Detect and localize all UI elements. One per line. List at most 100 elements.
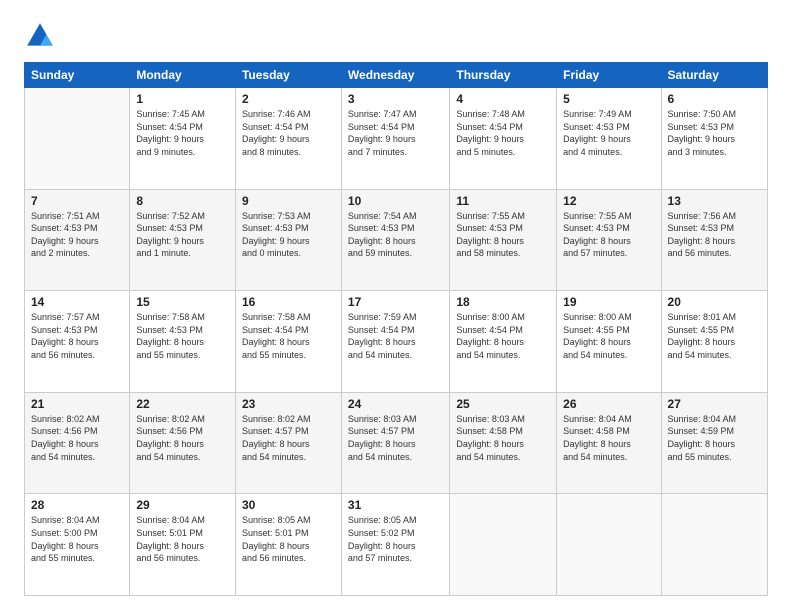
calendar-day-cell (25, 88, 130, 190)
calendar-day-cell (450, 494, 557, 596)
day-info: Sunrise: 8:02 AM Sunset: 4:56 PM Dayligh… (136, 413, 229, 463)
calendar-day-cell: 30 Sunrise: 8:05 AM Sunset: 5:01 PM Dayli… (235, 494, 341, 596)
calendar-day-cell: 24 Sunrise: 8:03 AM Sunset: 4:57 PM Dayli… (341, 392, 449, 494)
day-info: Sunrise: 8:05 AM Sunset: 5:01 PM Dayligh… (242, 514, 335, 564)
day-info: Sunrise: 7:48 AM Sunset: 4:54 PM Dayligh… (456, 108, 550, 158)
calendar-day-cell: 7 Sunrise: 7:51 AM Sunset: 4:53 PM Daylig… (25, 189, 130, 291)
calendar-day-cell: 20 Sunrise: 8:01 AM Sunset: 4:55 PM Dayli… (661, 291, 767, 393)
day-number: 25 (456, 397, 550, 411)
day-number: 9 (242, 194, 335, 208)
day-number: 17 (348, 295, 443, 309)
day-number: 6 (668, 92, 761, 106)
day-info: Sunrise: 7:49 AM Sunset: 4:53 PM Dayligh… (563, 108, 654, 158)
calendar-day-cell: 22 Sunrise: 8:02 AM Sunset: 4:56 PM Dayli… (130, 392, 236, 494)
calendar-table: SundayMondayTuesdayWednesdayThursdayFrid… (24, 62, 768, 596)
day-number: 21 (31, 397, 123, 411)
day-number: 24 (348, 397, 443, 411)
day-number: 3 (348, 92, 443, 106)
day-number: 18 (456, 295, 550, 309)
day-number: 23 (242, 397, 335, 411)
calendar-day-cell: 9 Sunrise: 7:53 AM Sunset: 4:53 PM Daylig… (235, 189, 341, 291)
calendar-day-cell: 19 Sunrise: 8:00 AM Sunset: 4:55 PM Dayli… (557, 291, 661, 393)
day-number: 28 (31, 498, 123, 512)
day-info: Sunrise: 8:01 AM Sunset: 4:55 PM Dayligh… (668, 311, 761, 361)
calendar-day-cell: 5 Sunrise: 7:49 AM Sunset: 4:53 PM Daylig… (557, 88, 661, 190)
day-number: 31 (348, 498, 443, 512)
calendar-day-cell: 2Sunrise: 7:46 AM Sunset: 4:54 PM Daylig… (235, 88, 341, 190)
day-info: Sunrise: 7:52 AM Sunset: 4:53 PM Dayligh… (136, 210, 229, 260)
day-number: 11 (456, 194, 550, 208)
day-number: 13 (668, 194, 761, 208)
day-number: 12 (563, 194, 654, 208)
day-number: 7 (31, 194, 123, 208)
day-number: 8 (136, 194, 229, 208)
day-info: Sunrise: 8:00 AM Sunset: 4:55 PM Dayligh… (563, 311, 654, 361)
calendar-day-cell: 14Sunrise: 7:57 AM Sunset: 4:53 PM Dayli… (25, 291, 130, 393)
day-number: 5 (563, 92, 654, 106)
day-info: Sunrise: 7:58 AM Sunset: 4:54 PM Dayligh… (242, 311, 335, 361)
day-info: Sunrise: 7:50 AM Sunset: 4:53 PM Dayligh… (668, 108, 761, 158)
logo-icon (24, 20, 56, 52)
day-info: Sunrise: 8:04 AM Sunset: 5:00 PM Dayligh… (31, 514, 123, 564)
calendar-day-header: Monday (130, 63, 236, 88)
day-number: 14 (31, 295, 123, 309)
day-number: 19 (563, 295, 654, 309)
calendar-day-cell: 11Sunrise: 7:55 AM Sunset: 4:53 PM Dayli… (450, 189, 557, 291)
calendar-day-header: Wednesday (341, 63, 449, 88)
day-number: 20 (668, 295, 761, 309)
day-info: Sunrise: 7:47 AM Sunset: 4:54 PM Dayligh… (348, 108, 443, 158)
calendar-week-row: 21 Sunrise: 8:02 AM Sunset: 4:56 PM Dayli… (25, 392, 768, 494)
calendar-day-cell: 15 Sunrise: 7:58 AM Sunset: 4:53 PM Dayli… (130, 291, 236, 393)
day-number: 10 (348, 194, 443, 208)
day-info: Sunrise: 8:03 AM Sunset: 4:58 PM Dayligh… (456, 413, 550, 463)
day-info: Sunrise: 7:54 AM Sunset: 4:53 PM Dayligh… (348, 210, 443, 260)
calendar-day-header: Friday (557, 63, 661, 88)
calendar-day-cell: 3 Sunrise: 7:47 AM Sunset: 4:54 PM Daylig… (341, 88, 449, 190)
day-info: Sunrise: 7:59 AM Sunset: 4:54 PM Dayligh… (348, 311, 443, 361)
calendar-day-cell: 17 Sunrise: 7:59 AM Sunset: 4:54 PM Dayli… (341, 291, 449, 393)
day-info: Sunrise: 7:55 AM Sunset: 4:53 PM Dayligh… (563, 210, 654, 260)
calendar-day-cell: 1Sunrise: 7:45 AM Sunset: 4:54 PM Daylig… (130, 88, 236, 190)
calendar-day-header: Saturday (661, 63, 767, 88)
calendar-day-cell: 31Sunrise: 8:05 AM Sunset: 5:02 PM Dayli… (341, 494, 449, 596)
day-number: 15 (136, 295, 229, 309)
day-number: 30 (242, 498, 335, 512)
day-info: Sunrise: 8:04 AM Sunset: 5:01 PM Dayligh… (136, 514, 229, 564)
calendar-day-header: Tuesday (235, 63, 341, 88)
calendar-day-cell: 27Sunrise: 8:04 AM Sunset: 4:59 PM Dayli… (661, 392, 767, 494)
day-number: 29 (136, 498, 229, 512)
calendar-day-cell: 10 Sunrise: 7:54 AM Sunset: 4:53 PM Dayli… (341, 189, 449, 291)
day-info: Sunrise: 8:03 AM Sunset: 4:57 PM Dayligh… (348, 413, 443, 463)
day-number: 26 (563, 397, 654, 411)
calendar-week-row: 14Sunrise: 7:57 AM Sunset: 4:53 PM Dayli… (25, 291, 768, 393)
day-info: Sunrise: 8:02 AM Sunset: 4:57 PM Dayligh… (242, 413, 335, 463)
calendar-day-header: Thursday (450, 63, 557, 88)
calendar-day-cell: 28 Sunrise: 8:04 AM Sunset: 5:00 PM Dayli… (25, 494, 130, 596)
calendar-day-cell: 4 Sunrise: 7:48 AM Sunset: 4:54 PM Daylig… (450, 88, 557, 190)
calendar-day-header: Sunday (25, 63, 130, 88)
day-info: Sunrise: 7:58 AM Sunset: 4:53 PM Dayligh… (136, 311, 229, 361)
day-info: Sunrise: 8:04 AM Sunset: 4:59 PM Dayligh… (668, 413, 761, 463)
calendar-day-cell (661, 494, 767, 596)
day-number: 1 (136, 92, 229, 106)
calendar-header-row: SundayMondayTuesdayWednesdayThursdayFrid… (25, 63, 768, 88)
calendar-day-cell: 6 Sunrise: 7:50 AM Sunset: 4:53 PM Daylig… (661, 88, 767, 190)
calendar-day-cell: 18Sunrise: 8:00 AM Sunset: 4:54 PM Dayli… (450, 291, 557, 393)
day-number: 22 (136, 397, 229, 411)
day-info: Sunrise: 7:51 AM Sunset: 4:53 PM Dayligh… (31, 210, 123, 260)
calendar-week-row: 1Sunrise: 7:45 AM Sunset: 4:54 PM Daylig… (25, 88, 768, 190)
day-info: Sunrise: 8:02 AM Sunset: 4:56 PM Dayligh… (31, 413, 123, 463)
day-number: 4 (456, 92, 550, 106)
logo (24, 20, 60, 52)
calendar-day-cell (557, 494, 661, 596)
calendar-day-cell: 26Sunrise: 8:04 AM Sunset: 4:58 PM Dayli… (557, 392, 661, 494)
calendar-day-cell: 8 Sunrise: 7:52 AM Sunset: 4:53 PM Daylig… (130, 189, 236, 291)
calendar-day-cell: 23 Sunrise: 8:02 AM Sunset: 4:57 PM Dayli… (235, 392, 341, 494)
day-number: 16 (242, 295, 335, 309)
calendar-day-cell: 13Sunrise: 7:56 AM Sunset: 4:53 PM Dayli… (661, 189, 767, 291)
page-header (24, 20, 768, 52)
day-info: Sunrise: 7:53 AM Sunset: 4:53 PM Dayligh… (242, 210, 335, 260)
calendar-day-cell: 25 Sunrise: 8:03 AM Sunset: 4:58 PM Dayli… (450, 392, 557, 494)
calendar-day-cell: 29 Sunrise: 8:04 AM Sunset: 5:01 PM Dayli… (130, 494, 236, 596)
calendar-week-row: 28 Sunrise: 8:04 AM Sunset: 5:00 PM Dayli… (25, 494, 768, 596)
